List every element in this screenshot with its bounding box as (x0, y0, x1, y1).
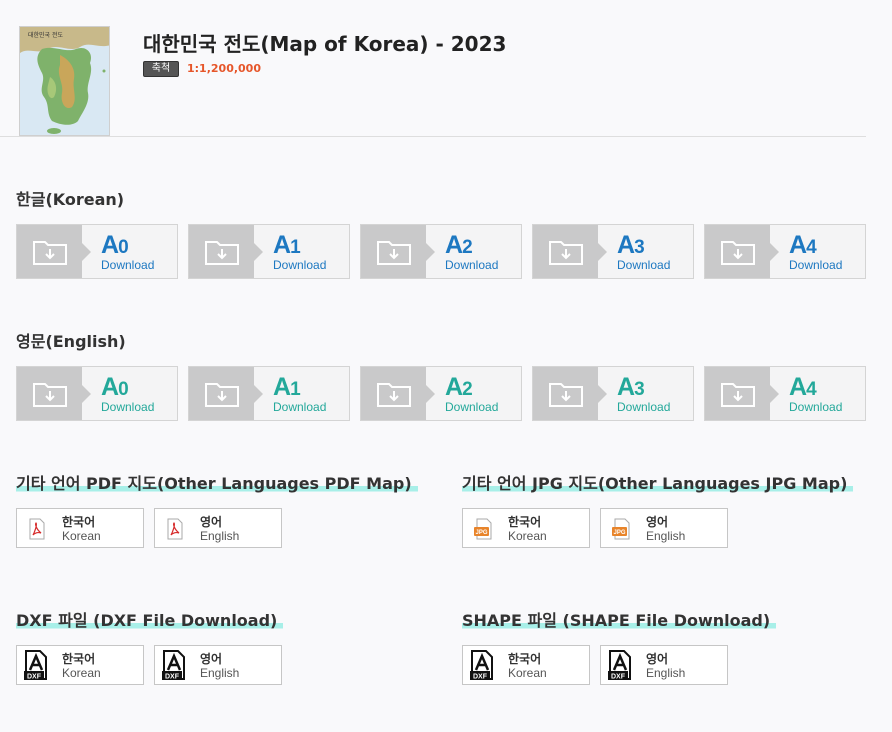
shape-korean-button[interactable]: DXF 한국어 Korean (462, 645, 590, 685)
dxf-korean-button[interactable]: DXF 한국어 Korean (16, 645, 144, 685)
svg-text:DXF: DXF (165, 674, 180, 681)
section-title-korean: 한글(Korean) (16, 190, 125, 209)
dxf-file-icon: DXF (470, 650, 494, 684)
button-label-english: 영어 (200, 515, 223, 529)
section-title-pdf: 기타 언어 PDF 지도(Other Languages PDF Map) (16, 474, 418, 494)
button-sublabel-korean: Korean (62, 529, 101, 543)
download-label: Download (445, 400, 499, 414)
button-label-korean: 한국어 (62, 515, 96, 529)
download-label: Download (273, 400, 327, 414)
svg-text:JPG: JPG (475, 530, 487, 536)
svg-text:DXF: DXF (473, 674, 488, 681)
button-sublabel-english: English (200, 666, 240, 680)
button-sublabel-english: English (646, 666, 686, 680)
english-a0-download-button[interactable]: A0 Download (16, 366, 178, 421)
folder-download-icon (17, 367, 91, 420)
button-sublabel-english: English (646, 529, 686, 543)
download-label: Download (101, 400, 155, 414)
jpg-file-icon: JPG (610, 518, 632, 544)
korean-a3-download-button[interactable]: A3 Download (532, 224, 694, 279)
english-a2-download-button[interactable]: A2 Download (360, 366, 522, 421)
button-label-english: 영어 (200, 652, 223, 666)
pdf-english-button[interactable]: 영어 English (154, 508, 282, 548)
map-thumbnail[interactable]: 대한민국 전도 (19, 26, 110, 136)
folder-download-icon (189, 225, 263, 278)
button-label-korean: 한국어 (62, 652, 96, 666)
korean-a1-download-button[interactable]: A1 Download (188, 224, 350, 279)
jpg-english-button[interactable]: JPG 영어 English (600, 508, 728, 548)
english-a4-download-button[interactable]: A4 Download (704, 366, 866, 421)
korean-a2-download-button[interactable]: A2 Download (360, 224, 522, 279)
dxf-english-button[interactable]: DXF 영어 English (154, 645, 282, 685)
download-label: Download (617, 400, 671, 414)
folder-download-icon (705, 225, 779, 278)
page-title: 대한민국 전도(Map of Korea) - 2023 (143, 32, 507, 56)
korean-a4-download-button[interactable]: A4 Download (704, 224, 866, 279)
folder-download-icon (189, 367, 263, 420)
button-label-english: 영어 (646, 515, 669, 529)
dxf-file-icon: DXF (162, 650, 186, 684)
shape-english-button[interactable]: DXF 영어 English (600, 645, 728, 685)
korean-a0-download-button[interactable]: A0 Download (16, 224, 178, 279)
jpg-file-icon: JPG (472, 518, 494, 544)
button-sublabel-korean: Korean (508, 529, 547, 543)
button-sublabel-english: English (200, 529, 240, 543)
download-label: Download (789, 258, 843, 272)
section-title-english: 영문(English) (16, 332, 126, 351)
button-label-korean: 한국어 (508, 515, 542, 529)
button-sublabel-korean: Korean (508, 666, 547, 680)
dxf-file-icon: DXF (24, 650, 48, 684)
svg-text:JPG: JPG (613, 530, 625, 536)
jpg-korean-button[interactable]: JPG 한국어 Korean (462, 508, 590, 548)
folder-download-icon (533, 367, 607, 420)
section-title-dxf: DXF 파일 (DXF File Download) (16, 611, 284, 631)
scale-badge: 축척 (143, 61, 179, 77)
pdf-file-icon (164, 518, 186, 544)
english-a3-download-button[interactable]: A3 Download (532, 366, 694, 421)
pdf-file-icon (26, 518, 48, 544)
button-label-english: 영어 (646, 652, 669, 666)
folder-download-icon (361, 367, 435, 420)
dxf-file-icon: DXF (608, 650, 632, 684)
section-title-jpg: 기타 언어 JPG 지도(Other Languages JPG Map) (462, 474, 854, 494)
svg-text:DXF: DXF (27, 674, 42, 681)
scale-value: 1:1,200,000 (187, 62, 261, 75)
button-label-korean: 한국어 (508, 652, 542, 666)
folder-download-icon (705, 367, 779, 420)
download-label: Download (617, 258, 671, 272)
download-label: Download (101, 258, 155, 272)
folder-download-icon (533, 225, 607, 278)
svg-text:DXF: DXF (611, 674, 626, 681)
folder-download-icon (361, 225, 435, 278)
folder-download-icon (17, 225, 91, 278)
download-label: Download (789, 400, 843, 414)
download-label: Download (273, 258, 327, 272)
button-sublabel-korean: Korean (62, 666, 101, 680)
map-header: 대한민국 전도 대한민국 전도(Map of Korea) - 2023 축척 … (0, 0, 866, 137)
korea-map-image: 대한민국 전도 (20, 27, 109, 135)
english-a1-download-button[interactable]: A1 Download (188, 366, 350, 421)
section-title-shape: SHAPE 파일 (SHAPE File Download) (462, 611, 777, 631)
thumbnail-caption: 대한민국 전도 (28, 31, 64, 39)
download-label: Download (445, 258, 499, 272)
pdf-korean-button[interactable]: 한국어 Korean (16, 508, 144, 548)
